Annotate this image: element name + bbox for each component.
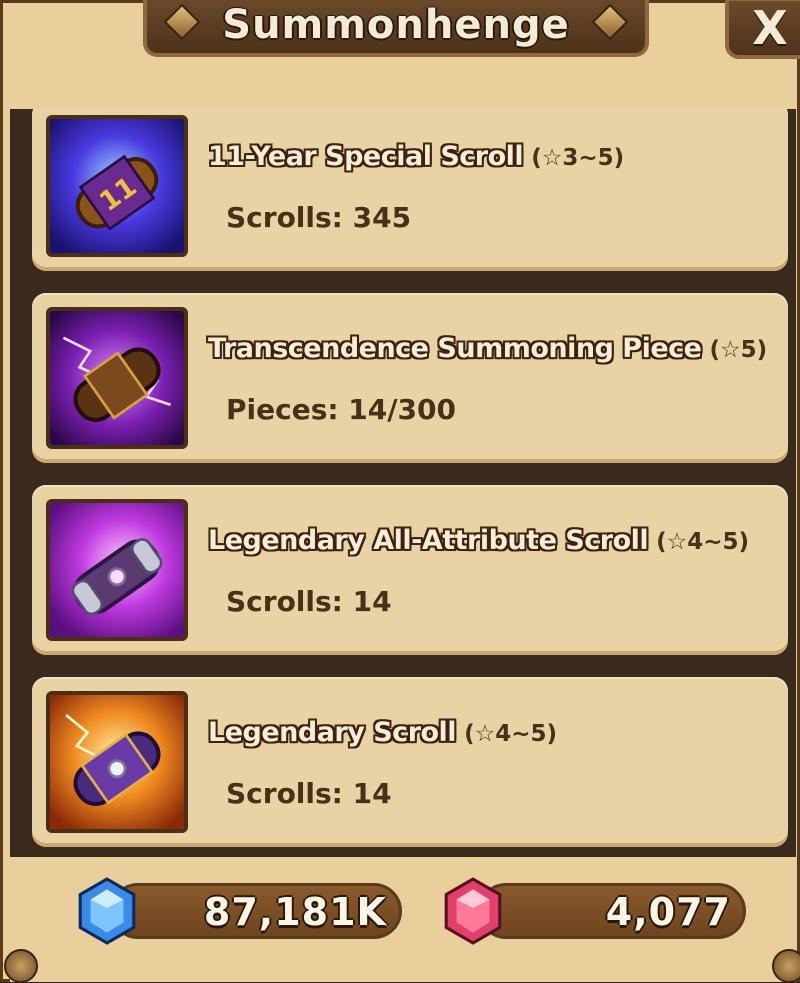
summonhenge-window: Summonhenge X 11 11-Year Special Scroll	[0, 0, 800, 983]
title-plate: Summonhenge	[143, 0, 649, 57]
legendary-scroll-icon	[46, 691, 188, 833]
crystal-amount: 87,181K	[203, 890, 387, 934]
list-item[interactable]: Legendary Scroll (☆4~5) Scrolls: 14	[32, 677, 788, 847]
all-attribute-scroll-icon	[46, 499, 188, 641]
currency-bar: 87,181K 4,077	[4, 857, 800, 983]
pink-gem-icon	[442, 877, 504, 945]
item-count: Scrolls: 345	[226, 201, 412, 234]
item-name: 11-Year Special Scroll	[208, 141, 524, 172]
special-scroll-icon: 11	[46, 115, 188, 257]
item-name: Transcendence Summoning Piece	[208, 333, 702, 364]
crystal-counter: 87,181K	[110, 883, 402, 939]
item-count: Scrolls: 14	[226, 777, 392, 810]
close-button[interactable]: X	[725, 0, 800, 59]
gem-amount: 4,077	[605, 890, 731, 934]
gem-counter: 4,077	[478, 883, 746, 939]
blue-crystal-icon	[76, 877, 138, 945]
list-item[interactable]: Transcendence Summoning Piece (☆5) Piece…	[32, 293, 788, 463]
item-count: Pieces: 14/300	[226, 393, 456, 426]
item-grade: (☆5)	[709, 337, 768, 363]
diamond-ornament-icon	[163, 3, 201, 41]
corner-ornament-icon	[772, 949, 800, 983]
list-item[interactable]: 11 11-Year Special Scroll (☆3~5) Scrolls…	[32, 109, 788, 271]
window-title: Summonhenge	[222, 2, 570, 48]
item-name: Legendary All-Attribute Scroll	[208, 525, 649, 556]
transcendence-piece-icon	[46, 307, 188, 449]
diamond-ornament-icon	[591, 3, 629, 41]
corner-ornament-icon	[4, 949, 38, 983]
list-item[interactable]: Legendary All-Attribute Scroll (☆4~5) Sc…	[32, 485, 788, 655]
item-name: Legendary Scroll	[208, 717, 457, 748]
item-count: Scrolls: 14	[226, 585, 392, 618]
item-grade: (☆3~5)	[531, 145, 625, 171]
item-grade: (☆4~5)	[464, 721, 557, 747]
scroll-list[interactable]: 11 11-Year Special Scroll (☆3~5) Scrolls…	[10, 109, 796, 857]
item-grade: (☆4~5)	[656, 529, 750, 555]
